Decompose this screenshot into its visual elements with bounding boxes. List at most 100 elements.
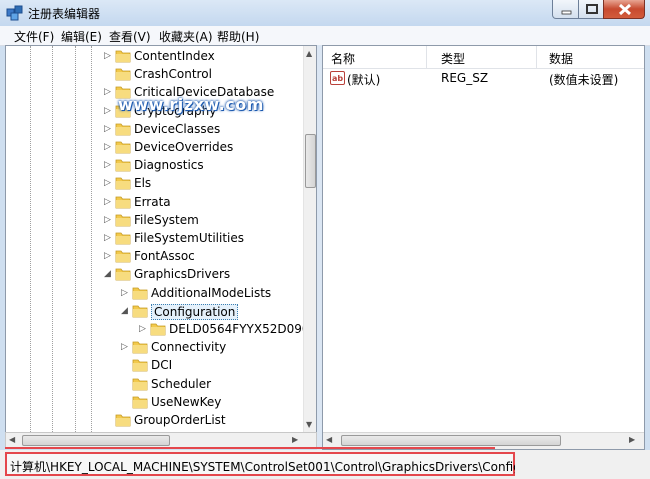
folder-icon	[132, 378, 148, 390]
scroll-down-icon[interactable]: ▼	[306, 420, 312, 429]
tree-node-label[interactable]: ContentIndex	[134, 49, 215, 63]
tree-node[interactable]: ▷ ContentIndex	[6, 48, 302, 66]
tree-node-label[interactable]: Els	[134, 176, 151, 190]
folder-icon	[115, 250, 131, 263]
scroll-thumb[interactable]	[22, 435, 170, 446]
tree-node-label[interactable]: DCI	[151, 358, 172, 372]
menu-favorites[interactable]: 收藏夹(A)	[159, 28, 213, 45]
tree-node-label[interactable]: FileSystemUtilities	[134, 231, 244, 245]
minimize-button[interactable]	[552, 0, 579, 19]
expand-arrow-icon[interactable]: ▷	[104, 195, 114, 209]
window-title: 注册表编辑器	[28, 7, 101, 21]
expand-arrow-icon[interactable]: ▷	[104, 249, 114, 263]
expand-arrow-icon[interactable]: ▷	[104, 85, 114, 99]
tree-node[interactable]: ▷ FontAssoc	[6, 248, 302, 266]
expand-arrow-icon[interactable]: ▷	[139, 322, 149, 336]
scroll-thumb[interactable]	[305, 134, 316, 188]
column-type[interactable]: 类型	[441, 50, 465, 67]
expand-arrow-icon[interactable]: ▷	[104, 104, 114, 118]
tree-node-label[interactable]: DELD0564FYYX52D090T_(	[169, 322, 316, 336]
tree-node[interactable]: Scheduler	[6, 376, 302, 394]
scroll-left-icon[interactable]: ◀	[326, 435, 332, 444]
maximize-icon	[586, 4, 598, 14]
collapse-arrow-icon[interactable]: ◢	[121, 304, 131, 318]
tree-node[interactable]: ▷ DeviceClasses	[6, 121, 302, 139]
expand-arrow-icon[interactable]: ▷	[121, 286, 131, 300]
highlight-underline	[5, 447, 495, 449]
string-value-icon: ab	[330, 71, 345, 85]
collapse-arrow-icon[interactable]: ◢	[104, 267, 114, 281]
tree-node[interactable]: ◢ GraphicsDrivers	[6, 266, 302, 284]
key-path: 计算机\HKEY_LOCAL_MACHINE\SYSTEM\ControlSet…	[10, 460, 557, 474]
values-list[interactable]: 名称 类型 数据 ab (默认) REG_SZ (数值未设置) ◀ ▶	[322, 45, 645, 450]
menu-file[interactable]: 文件(F)	[14, 28, 54, 45]
folder-icon	[132, 396, 148, 409]
column-name[interactable]: 名称	[331, 50, 355, 67]
menu-help[interactable]: 帮助(H)	[217, 28, 259, 45]
tree-node[interactable]: ▷ DELD0564FYYX52D090T_(	[6, 321, 316, 339]
maximize-button[interactable]	[578, 0, 604, 19]
tree-node[interactable]: DCI	[6, 357, 302, 375]
tree-node-label[interactable]: Configuration	[151, 303, 239, 320]
folder-icon	[132, 341, 148, 354]
status-bar: 计算机\HKEY_LOCAL_MACHINE\SYSTEM\ControlSet…	[0, 450, 650, 479]
folder-icon	[115, 232, 131, 245]
folder-icon	[132, 359, 148, 372]
tree-node-label[interactable]: Scheduler	[151, 377, 211, 391]
column-divider[interactable]	[536, 46, 537, 68]
folder-icon	[132, 287, 148, 299]
tree-node-label[interactable]: FontAssoc	[134, 249, 195, 263]
menu-bar: 文件(F) 编辑(E) 查看(V) 收藏夹(A) 帮助(H)	[0, 26, 650, 46]
tree-node-label[interactable]: DeviceOverrides	[134, 140, 233, 154]
scroll-left-icon[interactable]: ◀	[9, 435, 15, 444]
key-path-box: 计算机\HKEY_LOCAL_MACHINE\SYSTEM\ControlSet…	[5, 452, 556, 476]
expand-arrow-icon[interactable]: ▷	[121, 340, 131, 354]
tree-node-label[interactable]: GroupOrderList	[134, 413, 226, 427]
tree-node[interactable]: GroupOrderList	[6, 412, 302, 430]
folder-icon	[115, 268, 131, 281]
tree-node-label[interactable]: GraphicsDrivers	[134, 267, 230, 281]
expand-arrow-icon[interactable]: ▷	[104, 49, 114, 63]
tree-node-label[interactable]: AdditionalModeLists	[151, 286, 271, 300]
scroll-right-icon[interactable]: ▶	[292, 435, 298, 444]
minimize-icon	[561, 10, 572, 15]
column-divider[interactable]	[426, 46, 427, 68]
folder-icon	[115, 141, 131, 154]
scroll-up-icon[interactable]: ▲	[306, 49, 312, 58]
folder-icon	[115, 123, 131, 136]
tree-node[interactable]: ▷ AdditionalModeLists	[6, 285, 302, 303]
tree-node-label[interactable]: UseNewKey	[151, 395, 221, 409]
scroll-right-icon[interactable]: ▶	[629, 435, 635, 444]
tree-node[interactable]: ▷ FileSystemUtilities	[6, 230, 302, 248]
tree-node-label[interactable]: Connectivity	[151, 340, 226, 354]
tree-node[interactable]: ◢ Configuration	[6, 303, 302, 321]
expand-arrow-icon[interactable]: ▷	[104, 140, 114, 154]
expand-arrow-icon[interactable]: ▷	[104, 213, 114, 227]
column-data[interactable]: 数据	[549, 50, 573, 67]
value-name: (默认)	[347, 73, 381, 87]
scroll-thumb[interactable]	[341, 435, 561, 446]
tree-node-label[interactable]: Errata	[134, 195, 171, 209]
value-row[interactable]: ab (默认) REG_SZ (数值未设置)	[323, 70, 644, 88]
expand-arrow-icon[interactable]: ▷	[104, 158, 114, 172]
tree-node[interactable]: ▷ Errata	[6, 194, 302, 212]
folder-icon	[115, 196, 131, 208]
tree-node-label[interactable]: FileSystem	[134, 213, 199, 227]
expand-arrow-icon[interactable]: ▷	[104, 176, 114, 190]
tree-node-label[interactable]: Diagnostics	[134, 158, 204, 172]
tree-node[interactable]: ▷ DeviceOverrides	[6, 139, 302, 157]
tree-node[interactable]: UseNewKey	[6, 394, 302, 412]
tree-node[interactable]: ▷ Diagnostics	[6, 157, 302, 175]
close-button[interactable]	[603, 0, 645, 19]
tree-node[interactable]: ▷ FileSystem	[6, 212, 302, 230]
tree-node[interactable]: ▷ Connectivity	[6, 339, 302, 357]
expand-arrow-icon[interactable]: ▷	[104, 231, 114, 245]
tree-vertical-scrollbar[interactable]: ▲ ▼	[303, 46, 316, 432]
tree-node-label[interactable]: DeviceClasses	[134, 122, 220, 136]
tree-node[interactable]: ▷ Els	[6, 175, 302, 193]
tree-node[interactable]: CrashControl	[6, 66, 302, 84]
expand-arrow-icon[interactable]: ▷	[104, 122, 114, 136]
menu-edit[interactable]: 编辑(E)	[61, 28, 102, 45]
tree-node-label[interactable]: CrashControl	[134, 67, 212, 81]
menu-view[interactable]: 查看(V)	[109, 28, 151, 45]
